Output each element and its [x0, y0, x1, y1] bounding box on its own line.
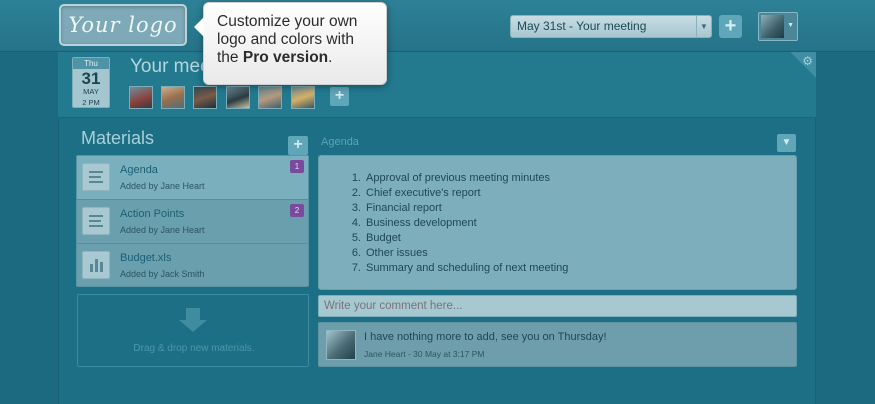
add-material-button[interactable]: +	[288, 136, 308, 155]
meeting-date: Thu 31 MAY 2 PM	[72, 57, 110, 108]
meeting-select-value: May 31st - Your meeting	[517, 19, 647, 33]
drop-zone-text: Drag & drop new materials.	[133, 343, 255, 354]
meeting-select[interactable]: May 31st - Your meeting ▼	[510, 15, 712, 38]
agenda-item: 4. Business development	[351, 217, 477, 229]
comment-count-badge: 2	[290, 204, 304, 217]
materials-drop-zone[interactable]: Drag & drop new materials.	[77, 294, 309, 367]
comment: I have nothing more to add, see you on T…	[318, 322, 797, 367]
add-meeting-button[interactable]: +	[719, 15, 742, 38]
agenda-item: 3. Financial report	[351, 202, 442, 214]
avatar	[326, 330, 356, 360]
material-name: Budget.xls	[120, 252, 172, 264]
material-item-budget[interactable]: Budget.xls Added by Jack Smith	[77, 244, 308, 288]
material-name: Action Points	[120, 208, 185, 220]
agenda-item: 6. Other issues	[351, 247, 428, 259]
chevron-down-icon: ▼	[696, 16, 711, 37]
comment-count-badge: 1	[290, 160, 304, 173]
agenda-item: 7. Summary and scheduling of next meeting	[351, 262, 569, 274]
participant-avatar[interactable]	[258, 86, 282, 109]
logo[interactable]: Your logo	[59, 4, 187, 46]
participant-avatar[interactable]	[161, 86, 185, 109]
material-name: Agenda	[120, 164, 158, 176]
materials-title: Materials	[81, 128, 155, 148]
comment-input[interactable]	[318, 295, 797, 317]
date-month: MAY	[83, 87, 99, 96]
add-participant-button[interactable]: +	[330, 87, 349, 106]
tooltip-end: .	[328, 49, 333, 66]
participant-avatar[interactable]	[193, 86, 217, 109]
participant-avatar[interactable]	[291, 86, 315, 109]
gear-icon[interactable]: ⚙	[790, 52, 816, 78]
material-item-agenda[interactable]: Agenda Added by Jane Heart 1	[77, 156, 308, 200]
arrow-down-icon	[186, 308, 200, 320]
avatar	[761, 15, 784, 38]
agenda-item: 1. Approval of previous meeting minutes	[351, 172, 551, 184]
user-menu[interactable]: ▼	[758, 12, 798, 41]
document-icon	[82, 163, 110, 191]
chart-icon	[82, 251, 110, 279]
date-day: 31	[81, 69, 101, 88]
tooltip-emphasis: Pro version	[242, 49, 329, 66]
material-added-by: Added by Jane Heart	[120, 181, 205, 191]
collapse-button[interactable]: ▼	[777, 134, 796, 152]
comment-text: I have nothing more to add, see you on T…	[364, 331, 607, 343]
pro-version-tooltip: Customize your own logo and colors with …	[194, 2, 387, 85]
document-title: Agenda	[321, 136, 359, 148]
date-weekday: Thu	[73, 58, 109, 69]
agenda-item: 2. Chief executive's report	[351, 187, 481, 199]
agenda-list: 1. Approval of previous meeting minutes 2…	[344, 171, 569, 276]
material-item-action-points[interactable]: Action Points Added by Jane Heart 2	[77, 200, 308, 244]
arrow-down-icon-head	[179, 320, 207, 332]
participant-avatar[interactable]	[129, 86, 153, 109]
agenda-document: 1. Approval of previous meeting minutes 2…	[318, 155, 797, 290]
document-icon	[82, 207, 110, 235]
material-added-by: Added by Jack Smith	[120, 269, 205, 279]
materials-list: Agenda Added by Jane Heart 1 Action Poin…	[76, 155, 309, 287]
date-time: 2 PM	[82, 98, 100, 107]
material-added-by: Added by Jane Heart	[120, 225, 205, 235]
agenda-item: 5. Budget	[351, 232, 401, 244]
chevron-down-icon: ▼	[787, 22, 794, 29]
participant-avatar[interactable]	[226, 86, 250, 109]
comment-meta: Jane Heart - 30 May at 3:17 PM	[364, 349, 485, 359]
